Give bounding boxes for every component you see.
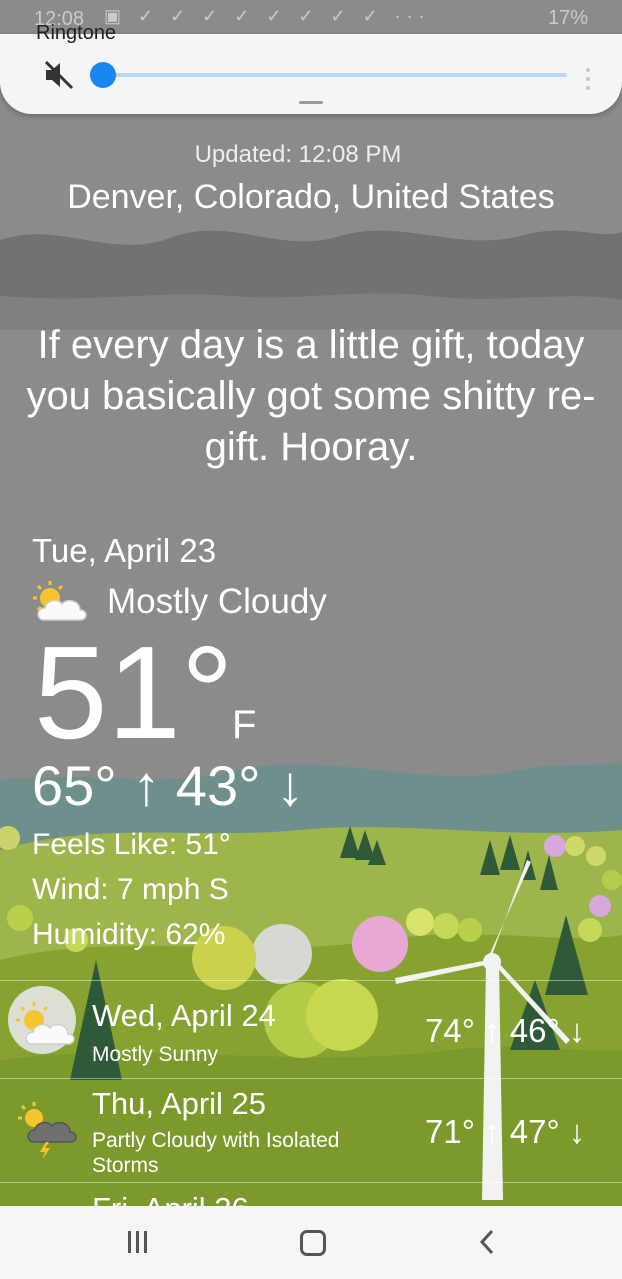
today-date: Tue, April 23 xyxy=(32,532,217,569)
humidity: Humidity: 62% xyxy=(32,918,226,951)
volume-slider-track[interactable] xyxy=(103,73,567,77)
high-low-temperature: 65° ↑ 43° ↓ xyxy=(32,754,305,817)
storm-icon xyxy=(18,1102,77,1158)
forecast-divider xyxy=(0,980,622,981)
forecast-high-low: 71° ↑ 47° ↓ xyxy=(425,1113,586,1150)
volume-stream-label: Ringtone xyxy=(36,22,117,44)
weather-quote: If every day is a little gift, today you… xyxy=(26,323,596,469)
feels-like: Feels Like: 51° xyxy=(32,828,231,861)
volume-slider-thumb[interactable] xyxy=(90,62,116,88)
forecast-date: Thu, April 25 xyxy=(92,1086,267,1121)
mute-icon[interactable] xyxy=(42,58,76,92)
location-name[interactable]: Denver, Colorado, United States xyxy=(0,178,622,217)
panel-drag-handle[interactable] xyxy=(299,101,323,104)
recent-apps-button[interactable] xyxy=(128,1231,152,1253)
mostly-sunny-icon xyxy=(16,1002,75,1045)
temperature-unit[interactable]: F xyxy=(232,703,256,748)
current-condition: Mostly Cloudy xyxy=(107,582,327,621)
notification-icons: ▣ ✓ ✓ ✓ ✓ ✓ ✓ ✓ ✓ ··· xyxy=(104,6,431,26)
forecast-divider xyxy=(0,1182,622,1183)
forecast-high-low: 74° ↑ 46° ↓ xyxy=(425,1012,586,1049)
navigation-bar xyxy=(0,1206,622,1279)
current-temperature: 51° xyxy=(34,619,234,766)
home-button[interactable] xyxy=(300,1230,326,1256)
forecast-description: Mostly Sunny xyxy=(92,1043,219,1066)
more-options-icon[interactable] xyxy=(584,68,592,90)
forecast-date: Fri, April 26 xyxy=(92,1188,249,1206)
forecast-description: Partly Cloudy with Isolated Storms xyxy=(92,1129,340,1177)
updated-time: Updated: 12:08 PM xyxy=(194,141,402,168)
back-button[interactable] xyxy=(478,1228,496,1256)
volume-panel: Ringtone xyxy=(0,22,622,114)
wind-speed: Wind: 7 mph S xyxy=(32,873,229,906)
forecast-date: Wed, April 24 xyxy=(92,998,276,1033)
battery-level: 17% xyxy=(547,7,588,29)
forecast-divider xyxy=(0,1078,622,1079)
